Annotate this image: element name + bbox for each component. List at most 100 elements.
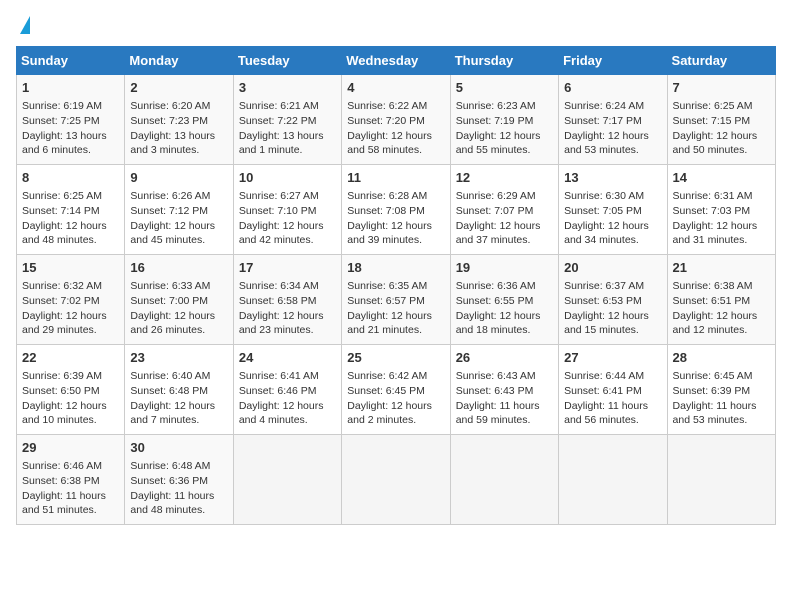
calendar-day-header: Sunday <box>17 47 125 75</box>
day-number: 5 <box>456 79 553 97</box>
day-number: 16 <box>130 259 227 277</box>
day-number: 24 <box>239 349 336 367</box>
day-info: Sunrise: 6:29 AM Sunset: 7:07 PM Dayligh… <box>456 189 553 248</box>
day-number: 11 <box>347 169 444 187</box>
day-number: 2 <box>130 79 227 97</box>
day-info: Sunrise: 6:21 AM Sunset: 7:22 PM Dayligh… <box>239 99 336 158</box>
day-number: 20 <box>564 259 661 277</box>
page-header <box>16 16 776 34</box>
calendar-day-header: Friday <box>559 47 667 75</box>
day-info: Sunrise: 6:41 AM Sunset: 6:46 PM Dayligh… <box>239 369 336 428</box>
calendar-day-cell: 18 Sunrise: 6:35 AM Sunset: 6:57 PM Dayli… <box>342 255 450 345</box>
day-number: 4 <box>347 79 444 97</box>
day-number: 26 <box>456 349 553 367</box>
day-number: 13 <box>564 169 661 187</box>
calendar-day-cell: 21 Sunrise: 6:38 AM Sunset: 6:51 PM Dayli… <box>667 255 775 345</box>
day-info: Sunrise: 6:45 AM Sunset: 6:39 PM Dayligh… <box>673 369 770 428</box>
day-info: Sunrise: 6:37 AM Sunset: 6:53 PM Dayligh… <box>564 279 661 338</box>
day-info: Sunrise: 6:48 AM Sunset: 6:36 PM Dayligh… <box>130 459 227 518</box>
day-info: Sunrise: 6:24 AM Sunset: 7:17 PM Dayligh… <box>564 99 661 158</box>
calendar-day-cell: 15Sunrise: 6:32 AM Sunset: 7:02 PM Dayli… <box>17 255 125 345</box>
day-number: 12 <box>456 169 553 187</box>
day-number: 14 <box>673 169 770 187</box>
day-info: Sunrise: 6:28 AM Sunset: 7:08 PM Dayligh… <box>347 189 444 248</box>
day-number: 28 <box>673 349 770 367</box>
calendar-day-cell: 13 Sunrise: 6:30 AM Sunset: 7:05 PM Dayli… <box>559 165 667 255</box>
calendar-day-cell: 8 Sunrise: 6:25 AM Sunset: 7:14 PM Daylig… <box>17 165 125 255</box>
calendar-day-cell: 19 Sunrise: 6:36 AM Sunset: 6:55 PM Dayli… <box>450 255 558 345</box>
day-info: Sunrise: 6:46 AM Sunset: 6:38 PM Dayligh… <box>22 459 119 518</box>
day-number: 21 <box>673 259 770 277</box>
day-info: Sunrise: 6:26 AM Sunset: 7:12 PM Dayligh… <box>130 189 227 248</box>
calendar-day-cell: 5 Sunrise: 6:23 AM Sunset: 7:19 PM Daylig… <box>450 75 558 165</box>
day-number: 17 <box>239 259 336 277</box>
day-info: Sunrise: 6:35 AM Sunset: 6:57 PM Dayligh… <box>347 279 444 338</box>
day-info: Sunrise: 6:36 AM Sunset: 6:55 PM Dayligh… <box>456 279 553 338</box>
calendar-header-row: SundayMondayTuesdayWednesdayThursdayFrid… <box>17 47 776 75</box>
day-number: 10 <box>239 169 336 187</box>
calendar-day-cell: 11 Sunrise: 6:28 AM Sunset: 7:08 PM Dayli… <box>342 165 450 255</box>
calendar-day-header: Wednesday <box>342 47 450 75</box>
calendar-day-cell: 25 Sunrise: 6:42 AM Sunset: 6:45 PM Dayli… <box>342 345 450 435</box>
empty-cell <box>233 435 341 525</box>
day-number: 8 <box>22 169 119 187</box>
day-info: Sunrise: 6:30 AM Sunset: 7:05 PM Dayligh… <box>564 189 661 248</box>
calendar-day-cell: 1 Sunrise: 6:19 AM Sunset: 7:25 PM Daylig… <box>17 75 125 165</box>
calendar-day-header: Tuesday <box>233 47 341 75</box>
day-number: 1 <box>22 79 119 97</box>
day-number: 7 <box>673 79 770 97</box>
calendar-day-cell: 26 Sunrise: 6:43 AM Sunset: 6:43 PM Dayli… <box>450 345 558 435</box>
day-number: 19 <box>456 259 553 277</box>
day-info: Sunrise: 6:40 AM Sunset: 6:48 PM Dayligh… <box>130 369 227 428</box>
day-number: 18 <box>347 259 444 277</box>
empty-cell <box>450 435 558 525</box>
day-number: 22 <box>22 349 119 367</box>
calendar-day-cell: 23 Sunrise: 6:40 AM Sunset: 6:48 PM Dayli… <box>125 345 233 435</box>
calendar-day-cell: 16 Sunrise: 6:33 AM Sunset: 7:00 PM Dayli… <box>125 255 233 345</box>
day-info: Sunrise: 6:25 AM Sunset: 7:14 PM Dayligh… <box>22 189 119 248</box>
calendar-day-header: Monday <box>125 47 233 75</box>
empty-cell <box>667 435 775 525</box>
calendar-day-cell: 24 Sunrise: 6:41 AM Sunset: 6:46 PM Dayli… <box>233 345 341 435</box>
calendar-day-cell: 4 Sunrise: 6:22 AM Sunset: 7:20 PM Daylig… <box>342 75 450 165</box>
calendar-day-cell: 29Sunrise: 6:46 AM Sunset: 6:38 PM Dayli… <box>17 435 125 525</box>
calendar-day-cell: 2 Sunrise: 6:20 AM Sunset: 7:23 PM Daylig… <box>125 75 233 165</box>
calendar-day-cell: 3 Sunrise: 6:21 AM Sunset: 7:22 PM Daylig… <box>233 75 341 165</box>
day-info: Sunrise: 6:38 AM Sunset: 6:51 PM Dayligh… <box>673 279 770 338</box>
empty-cell <box>342 435 450 525</box>
calendar-day-cell: 10 Sunrise: 6:27 AM Sunset: 7:10 PM Dayli… <box>233 165 341 255</box>
empty-cell <box>559 435 667 525</box>
day-number: 23 <box>130 349 227 367</box>
day-info: Sunrise: 6:42 AM Sunset: 6:45 PM Dayligh… <box>347 369 444 428</box>
day-info: Sunrise: 6:31 AM Sunset: 7:03 PM Dayligh… <box>673 189 770 248</box>
calendar-table: SundayMondayTuesdayWednesdayThursdayFrid… <box>16 46 776 525</box>
day-number: 15 <box>22 259 119 277</box>
day-info: Sunrise: 6:22 AM Sunset: 7:20 PM Dayligh… <box>347 99 444 158</box>
day-number: 3 <box>239 79 336 97</box>
calendar-week-row: 15Sunrise: 6:32 AM Sunset: 7:02 PM Dayli… <box>17 255 776 345</box>
day-number: 9 <box>130 169 227 187</box>
day-info: Sunrise: 6:25 AM Sunset: 7:15 PM Dayligh… <box>673 99 770 158</box>
day-info: Sunrise: 6:34 AM Sunset: 6:58 PM Dayligh… <box>239 279 336 338</box>
calendar-day-cell: 17 Sunrise: 6:34 AM Sunset: 6:58 PM Dayli… <box>233 255 341 345</box>
day-info: Sunrise: 6:20 AM Sunset: 7:23 PM Dayligh… <box>130 99 227 158</box>
day-number: 25 <box>347 349 444 367</box>
calendar-day-header: Saturday <box>667 47 775 75</box>
calendar-week-row: 22Sunrise: 6:39 AM Sunset: 6:50 PM Dayli… <box>17 345 776 435</box>
calendar-day-cell: 27Sunrise: 6:44 AM Sunset: 6:41 PM Dayli… <box>559 345 667 435</box>
logo <box>16 16 30 34</box>
logo-triangle-icon <box>20 16 30 34</box>
calendar-week-row: 29Sunrise: 6:46 AM Sunset: 6:38 PM Dayli… <box>17 435 776 525</box>
calendar-day-cell: 30Sunrise: 6:48 AM Sunset: 6:36 PM Dayli… <box>125 435 233 525</box>
calendar-day-cell: 9 Sunrise: 6:26 AM Sunset: 7:12 PM Daylig… <box>125 165 233 255</box>
day-info: Sunrise: 6:43 AM Sunset: 6:43 PM Dayligh… <box>456 369 553 428</box>
day-info: Sunrise: 6:19 AM Sunset: 7:25 PM Dayligh… <box>22 99 119 158</box>
day-info: Sunrise: 6:33 AM Sunset: 7:00 PM Dayligh… <box>130 279 227 338</box>
day-number: 6 <box>564 79 661 97</box>
day-info: Sunrise: 6:23 AM Sunset: 7:19 PM Dayligh… <box>456 99 553 158</box>
calendar-day-cell: 22Sunrise: 6:39 AM Sunset: 6:50 PM Dayli… <box>17 345 125 435</box>
calendar-week-row: 8 Sunrise: 6:25 AM Sunset: 7:14 PM Daylig… <box>17 165 776 255</box>
calendar-week-row: 1 Sunrise: 6:19 AM Sunset: 7:25 PM Daylig… <box>17 75 776 165</box>
calendar-day-cell: 14 Sunrise: 6:31 AM Sunset: 7:03 PM Dayli… <box>667 165 775 255</box>
day-info: Sunrise: 6:27 AM Sunset: 7:10 PM Dayligh… <box>239 189 336 248</box>
